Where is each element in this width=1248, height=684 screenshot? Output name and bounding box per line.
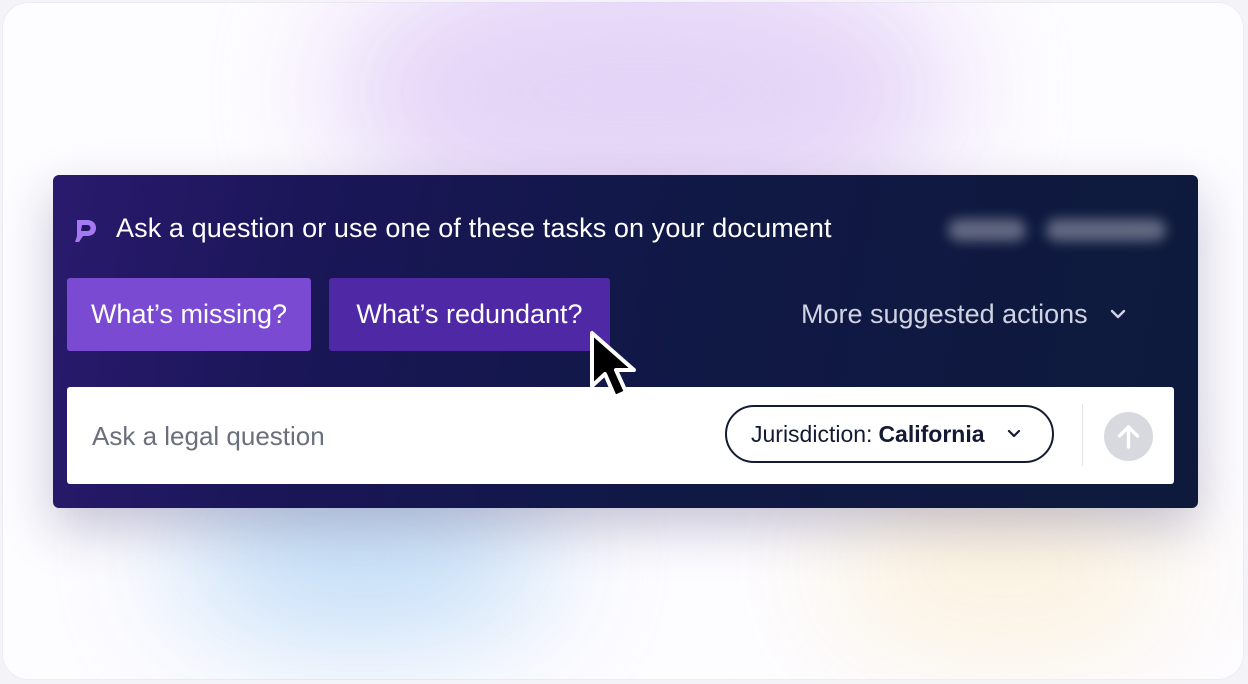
question-input-placeholder[interactable]: Ask a legal question [92, 421, 325, 452]
brand-p-logo-icon [75, 220, 96, 242]
jurisdiction-label: Jurisdiction: [751, 420, 873, 447]
input-divider [1082, 404, 1083, 466]
blurred-tab[interactable] [1046, 219, 1166, 241]
more-suggested-actions-label: More suggested actions [801, 298, 1088, 329]
more-suggested-actions-dropdown[interactable]: More suggested actions [801, 296, 1126, 332]
arrow-up-icon [1117, 425, 1140, 449]
send-button[interactable] [1104, 412, 1153, 461]
panel-headline: Ask a question or use one of these tasks… [116, 213, 832, 243]
whats-missing-button[interactable]: What’s missing? [67, 278, 311, 351]
blurred-tab[interactable] [948, 219, 1026, 241]
chevron-down-icon [1110, 309, 1125, 319]
mouse-pointer-icon [590, 331, 636, 399]
jurisdiction-select[interactable]: Jurisdiction: California [725, 405, 1054, 463]
jurisdiction-value: California [878, 420, 985, 447]
whats-redundant-button[interactable]: What’s redundant? [329, 278, 610, 351]
chevron-down-icon [1007, 429, 1020, 438]
